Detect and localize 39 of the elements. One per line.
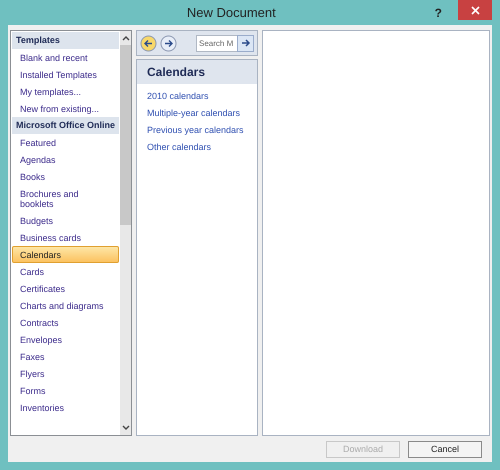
dialog-button[interactable]: Cancel bbox=[408, 440, 482, 458]
sidebar-item[interactable]: Books bbox=[12, 168, 120, 185]
scrollbar[interactable] bbox=[120, 31, 132, 435]
category-link[interactable]: Other calendars bbox=[137, 139, 257, 156]
sidebar-item[interactable]: Budgets bbox=[12, 212, 120, 229]
sidebar-item[interactable]: Installed Templates bbox=[12, 66, 120, 83]
sidebar-item[interactable]: New from existing... bbox=[12, 100, 120, 117]
help-button[interactable]: ? bbox=[434, 6, 442, 20]
sidebar-item[interactable]: Certificates bbox=[12, 280, 120, 297]
scroll-up-icon[interactable] bbox=[122, 35, 130, 41]
sidebar-item[interactable]: Brochures and booklets bbox=[12, 185, 120, 212]
close-button[interactable] bbox=[458, 0, 492, 20]
sidebar-item[interactable]: Inventories bbox=[12, 399, 120, 416]
sidebar-item[interactable]: Envelopes bbox=[12, 331, 120, 348]
sidebar-item[interactable]: Charts and diagrams bbox=[12, 297, 120, 314]
arrow-right-icon bbox=[240, 38, 250, 48]
sidebar-item[interactable]: Faxes bbox=[12, 348, 120, 365]
sidebar-item[interactable]: Contracts bbox=[12, 314, 120, 331]
scroll-down-icon[interactable] bbox=[122, 425, 130, 431]
category-link[interactable]: Previous year calendars bbox=[137, 122, 257, 139]
sidebar-item[interactable]: Forms bbox=[12, 382, 120, 399]
close-icon bbox=[470, 6, 480, 14]
window-title: New Document bbox=[186, 5, 277, 20]
sidebar-item[interactable]: Featured bbox=[12, 134, 120, 151]
sidebar-item[interactable]: My templates... bbox=[12, 83, 120, 100]
sidebar-item[interactable]: Agendas bbox=[12, 151, 120, 168]
sidebar-item[interactable]: Cards bbox=[12, 263, 120, 280]
section-header: Templates bbox=[12, 32, 120, 49]
scroll-thumb[interactable] bbox=[120, 45, 132, 225]
category-title: Calendars bbox=[137, 60, 257, 84]
search-field[interactable]: Search M bbox=[196, 34, 238, 52]
search-go-button[interactable] bbox=[237, 34, 254, 52]
sidebar-item[interactable]: Blank and recent bbox=[12, 49, 120, 66]
sidebar-item[interactable]: Calendars bbox=[12, 246, 120, 263]
section-header: Microsoft Office Online bbox=[12, 117, 120, 134]
category-link[interactable]: Multiple-year calendars bbox=[137, 105, 257, 122]
category-link[interactable]: 2010 calendars bbox=[137, 88, 257, 105]
sidebar-item[interactable]: Business cards bbox=[12, 229, 120, 246]
sidebar-item[interactable]: Flyers bbox=[12, 365, 120, 382]
